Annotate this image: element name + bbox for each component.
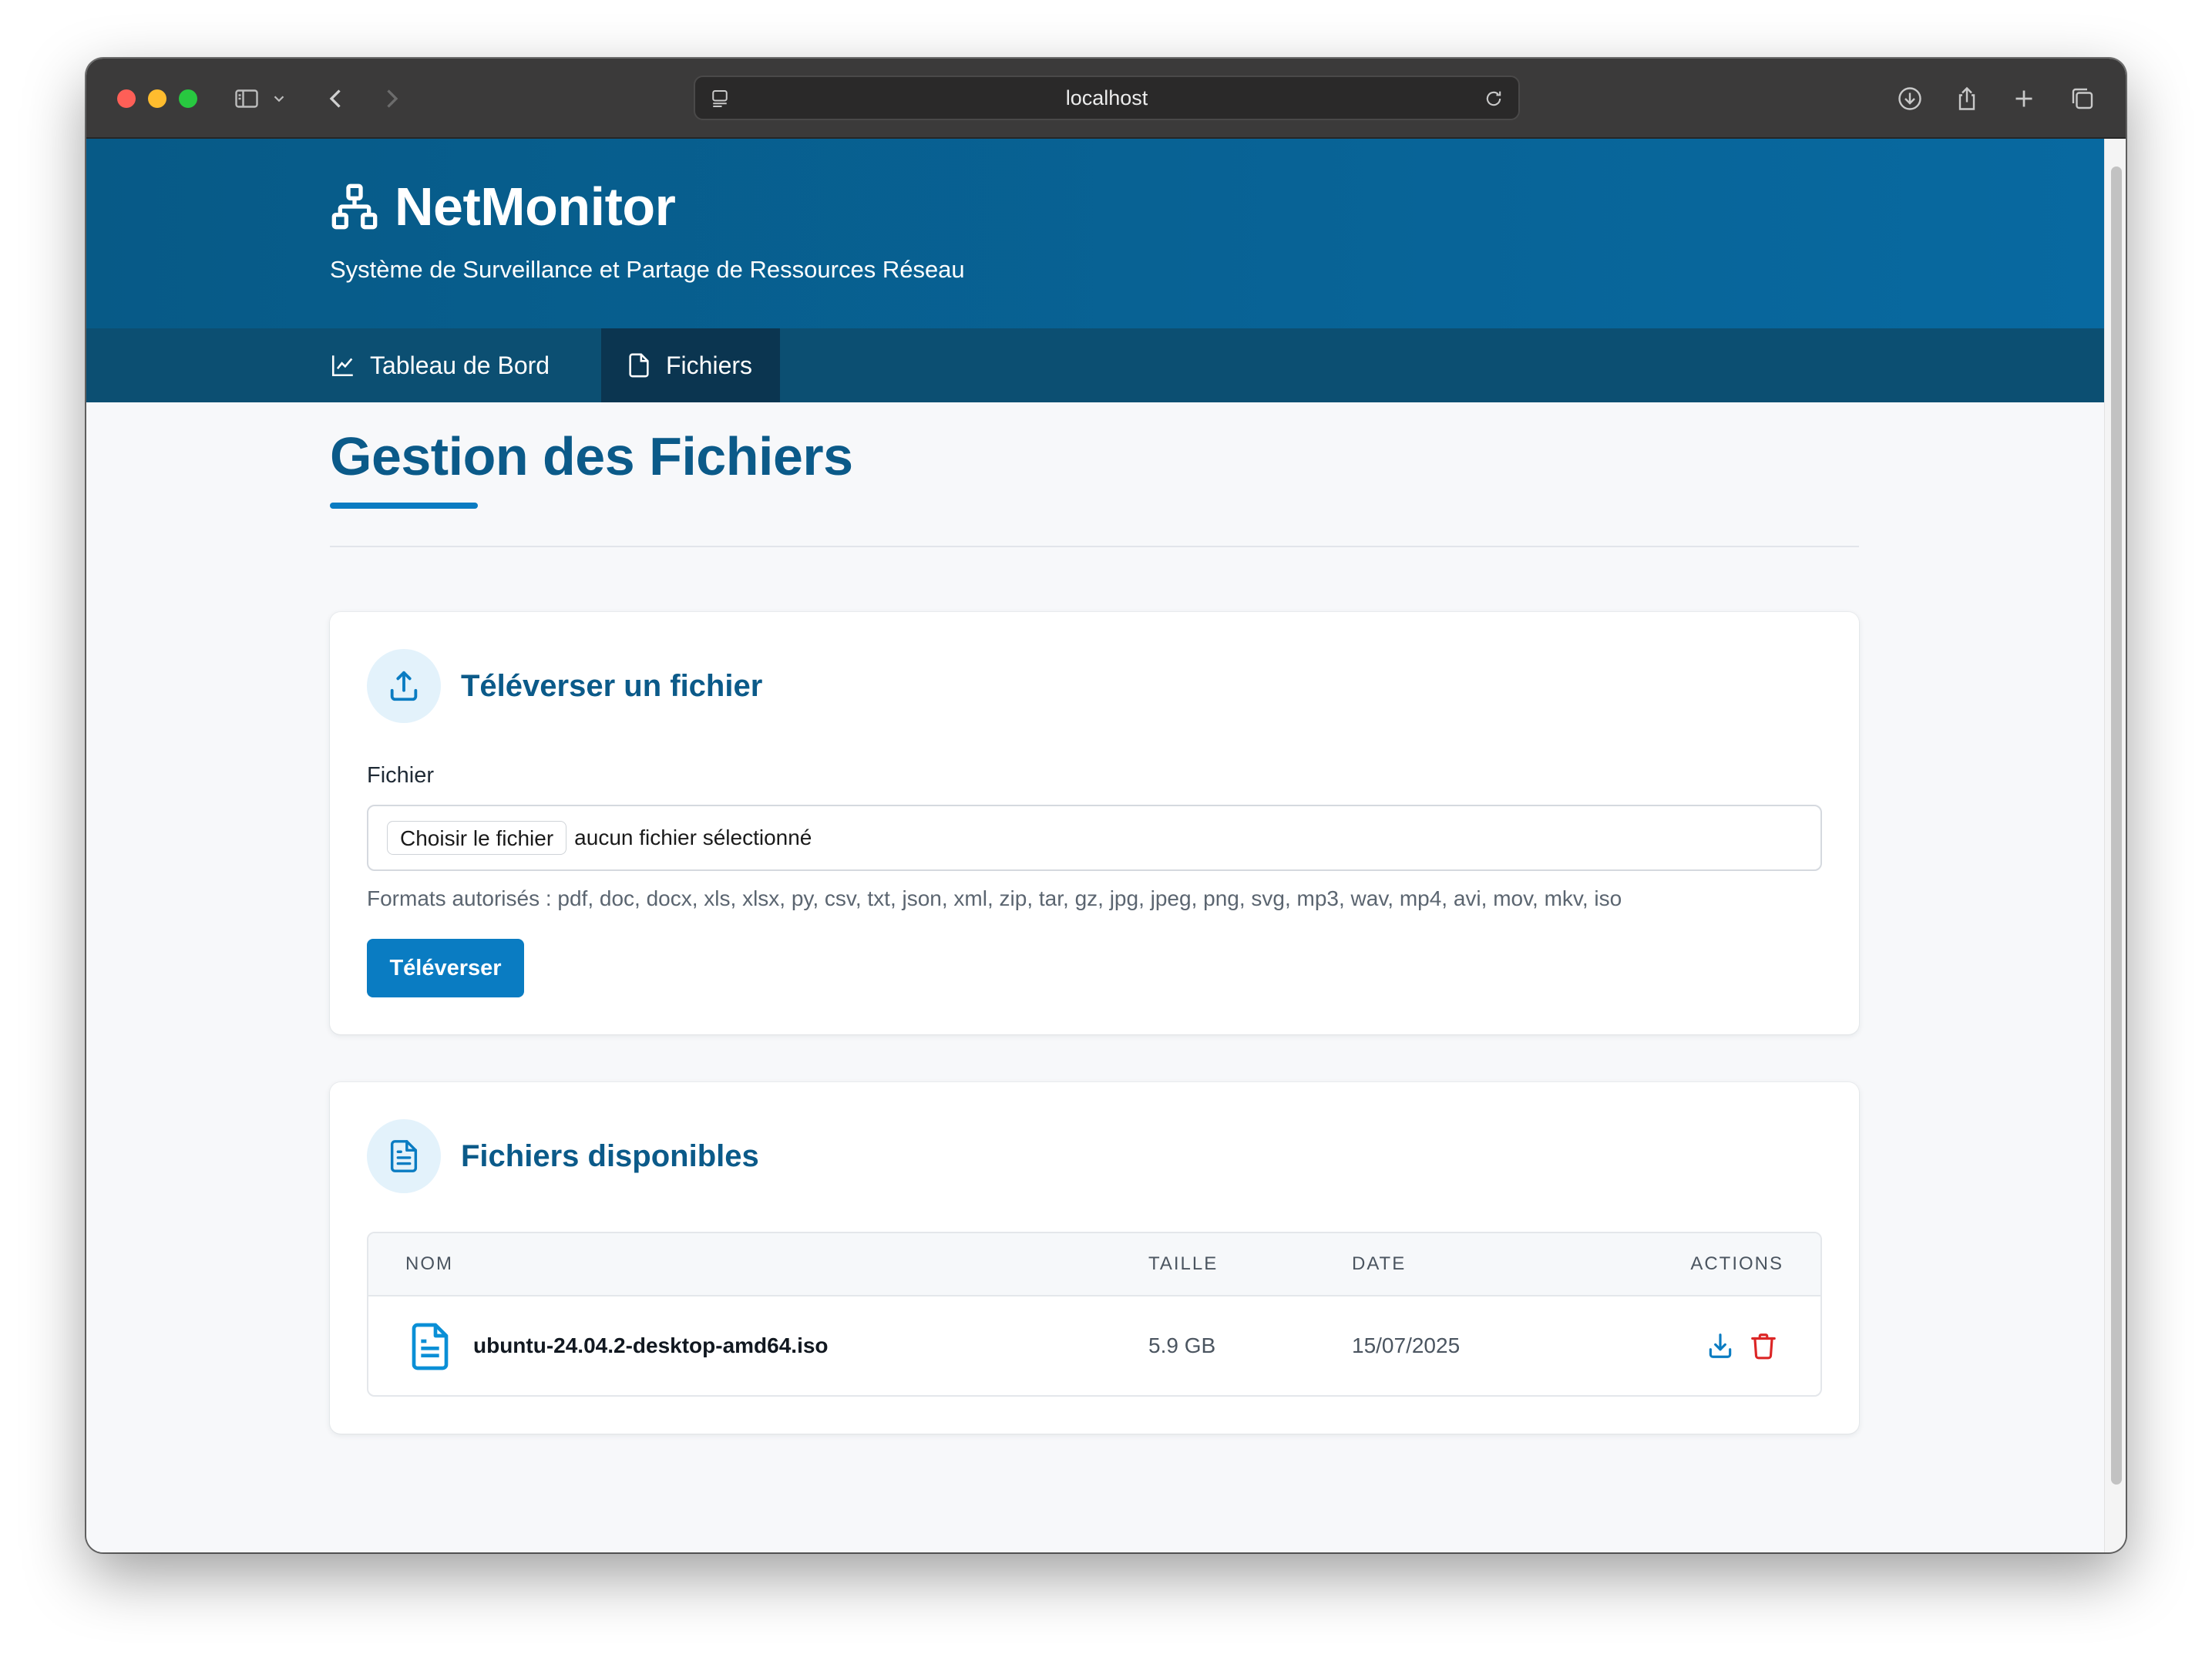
choose-file-button[interactable]: Choisir le fichier: [387, 821, 567, 855]
browser-toolbar: localhost: [86, 59, 2126, 139]
file-input[interactable]: Choisir le fichier aucun fichier sélecti…: [367, 805, 1822, 871]
nav-item-files[interactable]: Fichiers: [601, 328, 780, 402]
nav-item-dashboard[interactable]: Tableau de Bord: [330, 328, 571, 402]
maximize-window-button[interactable]: [179, 89, 197, 108]
forward-icon[interactable]: [375, 82, 408, 116]
chart-line-icon: [331, 355, 353, 377]
close-window-button[interactable]: [117, 89, 136, 108]
scrollbar-thumb[interactable]: [2111, 166, 2122, 1485]
file-date: 15/07/2025: [1352, 1333, 1461, 1357]
no-file-selected-text: aucun fichier sélectionné: [574, 826, 812, 849]
column-header-date[interactable]: DATE: [1352, 1233, 1406, 1295]
tagline: Système de Surveillance et Partage de Re…: [330, 256, 965, 283]
file-text-icon: [390, 1140, 418, 1172]
card-title: Fichiers disponibles: [461, 1138, 759, 1173]
file-text-icon-badge: [367, 1119, 441, 1193]
nav-item-label: Fichiers: [666, 351, 753, 379]
main-nav: Tableau de Bord Fichiers: [86, 328, 2104, 402]
reload-icon[interactable]: [1478, 83, 1509, 114]
file-name[interactable]: ubuntu-24.04.2-desktop-amd64.iso: [473, 1296, 829, 1395]
allowed-formats-help: Formats autorisés : pdf, doc, docx, xls,…: [367, 886, 1622, 910]
minimize-window-button[interactable]: [148, 89, 166, 108]
column-header-name[interactable]: NOM: [405, 1233, 453, 1295]
file-size: 5.9 GB: [1148, 1333, 1216, 1357]
card-title: Téléverser un fichier: [461, 668, 763, 703]
download-icon[interactable]: [1703, 1329, 1737, 1363]
file-icon: [629, 353, 649, 378]
files-table: NOM TAILLE DATE ACTIONS ubuntu-24.04.2-d…: [367, 1232, 1822, 1397]
file-text-icon: [412, 1323, 449, 1370]
title-underline: [330, 503, 478, 509]
share-icon[interactable]: [1950, 82, 1984, 116]
nav-item-label: Tableau de Bord: [370, 351, 550, 379]
site-header: NetMonitor Système de Surveillance et Pa…: [86, 139, 2104, 328]
tabs-overview-icon[interactable]: [2066, 82, 2099, 116]
chevron-down-icon[interactable]: [268, 82, 290, 116]
files-card: Fichiers disponibles NOM TAILLE DATE ACT…: [330, 1082, 1859, 1434]
divider: [330, 546, 1859, 547]
address-bar[interactable]: localhost: [694, 76, 1520, 120]
brand-name: NetMonitor: [395, 177, 676, 237]
column-header-actions: ACTIONS: [1690, 1253, 1783, 1274]
brand[interactable]: NetMonitor: [330, 176, 676, 237]
page-scrollbar[interactable]: [2104, 139, 2126, 1552]
new-tab-icon[interactable]: [2007, 82, 2041, 116]
column-header-size[interactable]: TAILLE: [1148, 1233, 1218, 1295]
page-title: Gestion des Fichiers: [330, 426, 853, 486]
download-icon[interactable]: [1893, 82, 1927, 116]
card-header: Fichiers disponibles: [367, 1119, 759, 1193]
file-field-label: Fichier: [367, 763, 435, 788]
upload-icon-badge: [367, 649, 441, 723]
network-icon: [331, 183, 378, 230]
browser-window: localhost NetMonitor Système de Surveill…: [86, 59, 2126, 1552]
sidebar-icon[interactable]: [230, 82, 264, 116]
upload-icon: [390, 671, 418, 701]
upload-button[interactable]: Téléverser: [367, 939, 524, 997]
trash-icon[interactable]: [1746, 1329, 1780, 1363]
back-icon[interactable]: [319, 82, 353, 116]
table-header: NOM TAILLE DATE ACTIONS: [368, 1233, 1820, 1296]
upload-card: Téléverser un fichier Fichier Choisir le…: [330, 612, 1859, 1034]
table-row: ubuntu-24.04.2-desktop-amd64.iso 5.9 GB …: [368, 1296, 1820, 1395]
url-text: localhost: [1065, 86, 1148, 109]
card-header: Téléverser un fichier: [367, 649, 762, 723]
page-viewport: NetMonitor Système de Surveillance et Pa…: [86, 139, 2104, 1552]
